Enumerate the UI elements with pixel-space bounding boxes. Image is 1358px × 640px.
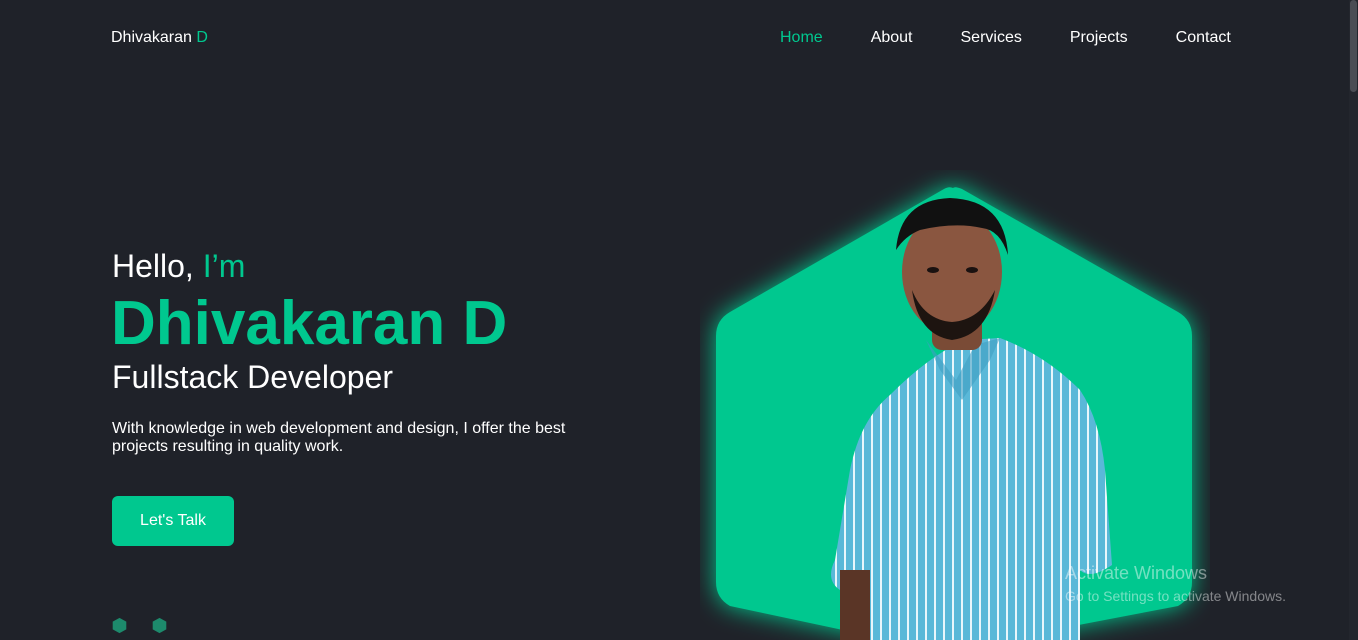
nav-about[interactable]: About	[871, 29, 913, 47]
social-link[interactable]	[111, 617, 128, 634]
social-link[interactable]	[151, 617, 168, 634]
hero-greeting: Hello, I’m	[112, 248, 245, 285]
scrollbar-thumb[interactable]	[1350, 0, 1357, 92]
activation-watermark: Activate Windows Go to Settings to activ…	[1065, 563, 1286, 604]
hexagon-icon	[112, 617, 127, 634]
main-nav: Home About Services Projects Contact	[780, 29, 1231, 47]
nav-home[interactable]: Home	[780, 29, 823, 47]
nav-contact[interactable]: Contact	[1176, 29, 1231, 47]
nav-services[interactable]: Services	[961, 29, 1022, 47]
lets-talk-button[interactable]: Let's Talk	[112, 496, 234, 546]
hero-description: With knowledge in web development and de…	[112, 420, 566, 455]
hero-role: Fullstack Developer	[112, 359, 393, 395]
nav-projects[interactable]: Projects	[1070, 29, 1128, 47]
greeting-text: Hello,	[112, 248, 194, 284]
watermark-subtitle: Go to Settings to activate Windows.	[1065, 588, 1286, 604]
page: Dhivakaran D Home About Services Project…	[0, 0, 1358, 640]
hero-name: Dhivakaran D	[111, 289, 508, 358]
logo-name: Dhivakaran	[111, 29, 192, 46]
site-logo[interactable]: Dhivakaran D	[111, 29, 208, 47]
logo-accent: D	[196, 29, 208, 46]
social-links	[111, 617, 168, 634]
hexagon-icon	[152, 617, 167, 634]
greeting-accent: I’m	[202, 248, 246, 284]
watermark-title: Activate Windows	[1065, 563, 1208, 583]
page-scrollbar[interactable]	[1349, 0, 1358, 640]
